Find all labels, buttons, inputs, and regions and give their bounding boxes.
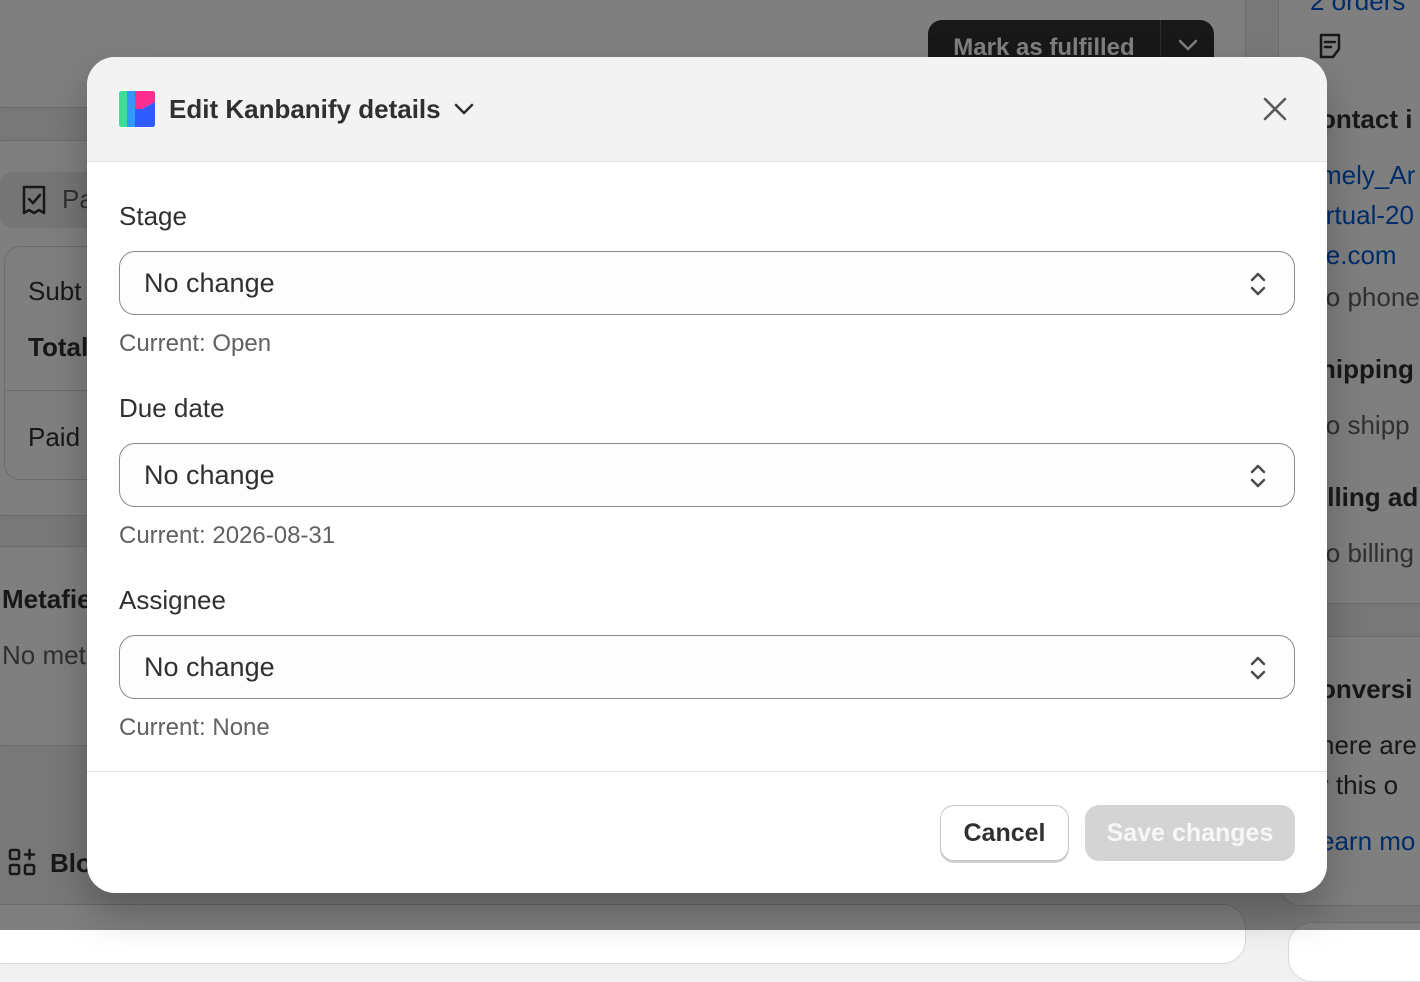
- close-icon[interactable]: [1259, 93, 1291, 125]
- stage-field: Stage No change Current: Open: [119, 198, 1295, 361]
- assignee-label: Assignee: [119, 585, 226, 615]
- edit-kanbanify-modal: Edit Kanbanify details Stage No change C…: [87, 57, 1327, 893]
- select-arrows-icon: [1248, 654, 1268, 687]
- due-date-help-text: Current: 2026-08-31: [119, 522, 336, 549]
- assignee-field: Assignee No change Current: None: [119, 582, 1295, 745]
- assignee-select[interactable]: No change: [119, 635, 1295, 699]
- kanbanify-logo-icon: [118, 90, 156, 128]
- select-arrows-icon: [1248, 462, 1268, 495]
- due-date-label: Due date: [119, 393, 225, 423]
- due-date-field: Due date No change Current: 2026-08-31: [119, 390, 1295, 553]
- stage-help-text: Current: Open: [119, 330, 272, 357]
- stage-select[interactable]: No change: [119, 251, 1295, 315]
- modal-footer: Cancel Save changes: [87, 771, 1327, 893]
- chevron-down-icon[interactable]: [453, 102, 475, 116]
- modal-header: Edit Kanbanify details: [87, 57, 1327, 162]
- modal-title: Edit Kanbanify details: [169, 93, 441, 124]
- save-changes-button[interactable]: Save changes: [1085, 805, 1295, 861]
- cancel-button[interactable]: Cancel: [940, 805, 1069, 861]
- stage-label: Stage: [119, 201, 187, 231]
- select-arrows-icon: [1248, 270, 1268, 303]
- due-date-select-value: No change: [144, 459, 275, 490]
- assignee-select-value: No change: [144, 651, 275, 682]
- stage-select-value: No change: [144, 267, 275, 298]
- due-date-select[interactable]: No change: [119, 443, 1295, 507]
- assignee-help-text: Current: None: [119, 714, 270, 741]
- bg-card-right-bottom: [1288, 922, 1420, 982]
